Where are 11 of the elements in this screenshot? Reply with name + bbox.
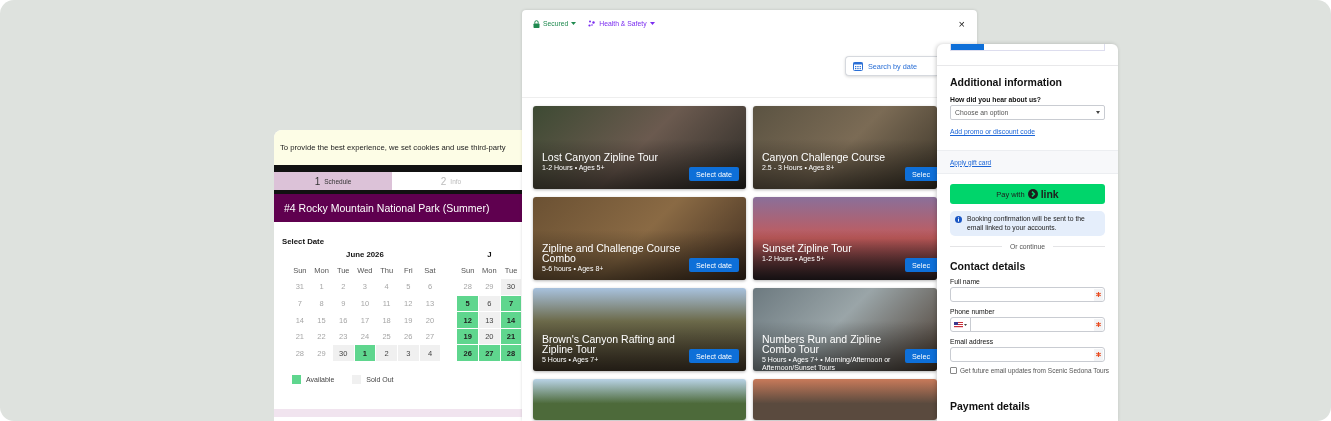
section-heading: Contact details [950,260,1026,272]
section-heading: Additional information [950,76,1062,88]
tour-name: Sunset Zipline Tour [762,243,853,253]
section-heading: Payment details [950,400,1030,412]
tour-name: Zipline and Challenge Course Combo [542,243,682,263]
tour-name: Canyon Challenge Course [762,152,887,162]
tour-name: Numbers Run and Zipline Combo Tour [762,334,883,354]
tour-name: Brown's Canyon Rafting and Zipline Tour [542,334,676,354]
tour-name: Lost Canyon Zipline Tour [542,152,659,162]
close-button[interactable]: × [956,17,967,30]
tour-title: #4 Rocky Mountain National Park (Summer) [284,202,490,214]
